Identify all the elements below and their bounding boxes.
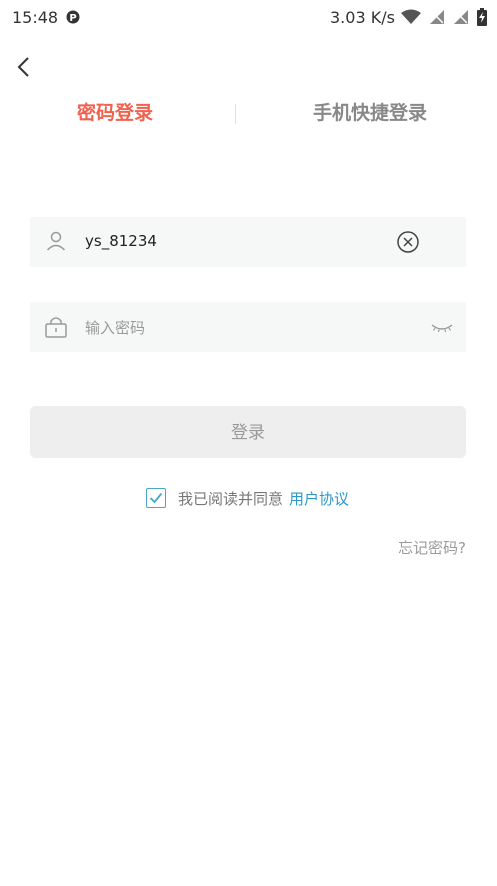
tab-password-login[interactable]: 密码登录 [77, 98, 153, 125]
user-icon [44, 229, 68, 253]
network-speed: 3.03 K/s [330, 8, 395, 27]
login-tabs: 密码登录 手机快捷登录 [0, 90, 497, 136]
chevron-left-icon [17, 57, 29, 77]
lock-icon [44, 314, 68, 338]
status-bar: 15:48 P 3.03 K/s [0, 0, 497, 34]
signal-off-icon [429, 9, 445, 29]
agreement-text: 我已阅读并同意 [178, 489, 284, 508]
wifi-icon [401, 9, 421, 29]
clear-circle-icon[interactable] [396, 230, 420, 254]
back-button[interactable] [14, 54, 36, 80]
tab-quick-login[interactable]: 手机快捷登录 [313, 98, 427, 125]
svg-text:P: P [69, 13, 76, 24]
eye-closed-icon[interactable] [430, 315, 454, 339]
username-value: ys_81234 [85, 232, 157, 250]
agreement-row: 我已阅读并同意 用户协议 [146, 487, 349, 509]
signal-off-icon [453, 9, 469, 29]
password-field[interactable]: 输入密码 [30, 302, 466, 352]
tab-divider [235, 104, 236, 124]
parking-icon: P [66, 9, 80, 29]
password-placeholder: 输入密码 [85, 319, 146, 337]
agreement-checkbox[interactable] [146, 488, 166, 508]
login-button[interactable]: 登录 [30, 406, 466, 458]
status-time: 15:48 [12, 8, 59, 27]
user-agreement-link[interactable]: 用户协议 [289, 488, 349, 509]
battery-charging-icon [477, 8, 487, 30]
status-icons [401, 8, 487, 30]
username-field[interactable]: ys_81234 [30, 217, 466, 267]
forgot-password-link[interactable]: 忘记密码? [398, 537, 466, 558]
